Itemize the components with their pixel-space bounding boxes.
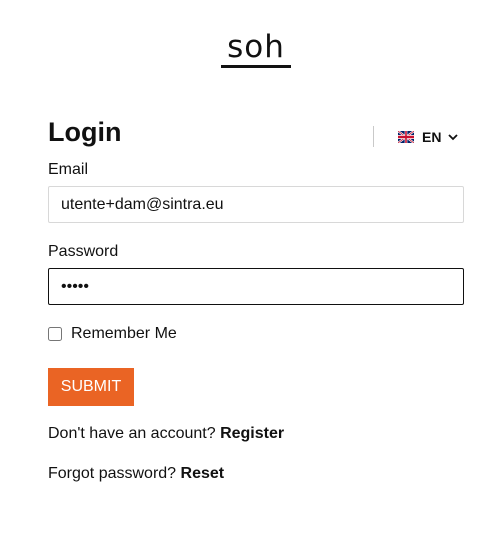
submit-button[interactable]: SUBMIT [48,368,134,406]
remember-me-row: Remember Me [48,325,177,343]
register-link[interactable]: Register [220,425,284,442]
register-line: Don't have an account? Register [48,425,284,443]
chevron-down-icon [448,134,459,141]
password-label: Password [48,243,119,260]
brand-logo: soh [220,29,292,70]
logo-underline [221,65,291,68]
remember-me-label[interactable]: Remember Me [71,325,177,343]
language-selector[interactable]: EN [398,127,459,147]
uk-flag-icon [398,131,414,143]
email-label: Email [48,161,89,178]
reset-link[interactable]: Reset [181,465,225,482]
reset-line: Forgot password? Reset [48,465,224,483]
password-field[interactable] [48,268,464,305]
login-page: soh Login EN Email Password Remember Me … [0,0,496,536]
page-title: Login [48,117,122,147]
reset-prompt: Forgot password? [48,465,177,482]
language-code: EN [422,129,442,145]
logo-text: soh [227,29,285,65]
language-divider [373,126,374,147]
email-field[interactable] [48,186,464,223]
register-prompt: Don't have an account? [48,425,216,442]
remember-me-checkbox[interactable] [48,327,62,341]
